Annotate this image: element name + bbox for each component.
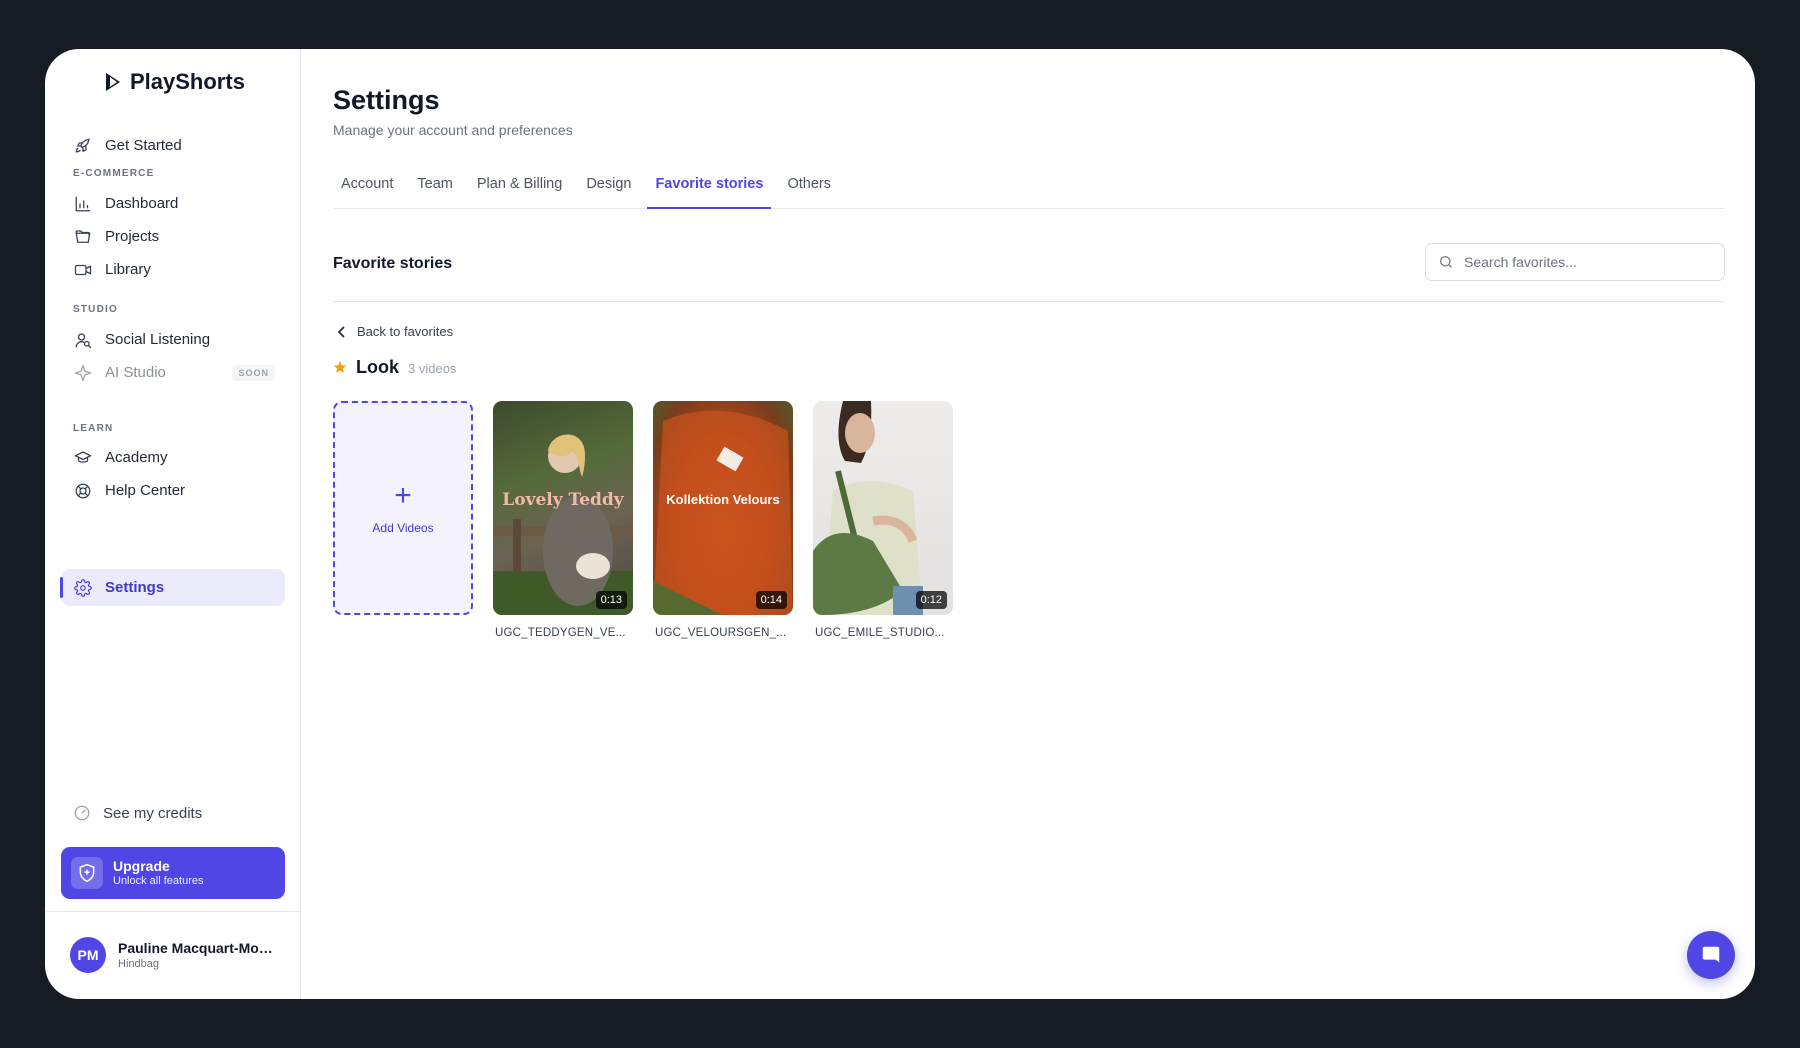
gauge-icon	[74, 805, 90, 821]
upgrade-button[interactable]: Upgrade Unlock all features	[61, 847, 285, 899]
sidebar-item-label: Settings	[105, 579, 165, 596]
sidebar-item-dashboard[interactable]: Dashboard	[61, 185, 285, 222]
star-icon	[333, 361, 347, 373]
app-logo[interactable]: PlayShorts	[104, 69, 245, 95]
video-name: UGC_TEDDYGEN_VE...	[495, 627, 626, 639]
user-search-icon	[73, 330, 93, 350]
add-videos-label: Add Videos	[372, 521, 434, 535]
shield-plus-icon	[71, 857, 103, 889]
section-label-learn: LEARN	[73, 423, 114, 434]
tab-favorite-stories[interactable]: Favorite stories	[647, 175, 772, 209]
tab-account[interactable]: Account	[333, 175, 401, 209]
chat-icon	[1702, 946, 1720, 963]
thumbnail-art	[653, 410, 793, 615]
soon-badge: SOON	[232, 364, 275, 381]
search-icon	[1440, 256, 1452, 268]
video-name: UGC_VELOURSGEN_...	[655, 627, 787, 639]
thumbnail-art	[813, 401, 923, 615]
life-buoy-icon	[73, 481, 93, 501]
video-thumbnail[interactable]: Lovely Teddy 0:13	[493, 401, 633, 615]
settings-tabs: Account Team Plan & Billing Design Favor…	[333, 175, 1724, 209]
sidebar-item-label: Projects	[105, 228, 160, 245]
divider	[333, 301, 1724, 302]
back-to-favorites-link[interactable]: Back to favorites	[336, 324, 453, 339]
thumbnail-caption: Kollektion Velours	[666, 492, 780, 507]
user-profile[interactable]: PM Pauline Macquart-Mou... Hindbag	[70, 937, 278, 973]
sidebar-item-label: Dashboard	[105, 195, 179, 212]
video-card[interactable]: Kollektion Velours 0:14 UGC_VELOURSGEN_.…	[653, 401, 793, 639]
see-credits-link[interactable]: See my credits	[61, 797, 285, 829]
sidebar-item-library[interactable]: Library	[61, 251, 285, 288]
video-card[interactable]: 0:12 UGC_EMILE_STUDIO...	[813, 401, 953, 639]
tab-design[interactable]: Design	[578, 175, 639, 209]
folder-open-icon	[73, 227, 93, 247]
sidebar-item-get-started[interactable]: Get Started	[61, 127, 285, 164]
sidebar-item-help-center[interactable]: Help Center	[61, 472, 285, 509]
video-thumbnail[interactable]: Kollektion Velours 0:14	[653, 401, 793, 615]
search-input[interactable]	[1464, 254, 1704, 270]
folder-count: 3 videos	[408, 361, 457, 376]
tab-team[interactable]: Team	[409, 175, 460, 209]
sidebar-item-label: Library	[105, 261, 151, 278]
search-box[interactable]	[1425, 243, 1725, 281]
avatar: PM	[70, 937, 106, 973]
video-icon	[73, 260, 93, 280]
upgrade-title: Upgrade	[113, 858, 170, 874]
duration-badge: 0:14	[755, 591, 787, 609]
sparkle-icon	[73, 363, 93, 383]
divider	[45, 911, 301, 912]
app-name: PlayShorts	[130, 69, 245, 94]
chat-launcher-button[interactable]	[1687, 931, 1735, 979]
sidebar: PlayShorts Get Started E-COMMERCE Dashbo…	[45, 49, 301, 999]
video-name: UGC_EMILE_STUDIO...	[815, 627, 945, 639]
page-subtitle: Manage your account and preferences	[333, 122, 573, 138]
sidebar-item-ai-studio[interactable]: AI Studio SOON	[61, 354, 285, 391]
sidebar-item-label: Academy	[105, 449, 168, 466]
chevron-left-icon	[337, 325, 345, 338]
folder-name: Look	[356, 357, 399, 377]
sidebar-item-social-listening[interactable]: Social Listening	[61, 321, 285, 358]
section-label-ecommerce: E-COMMERCE	[73, 168, 155, 179]
duration-badge: 0:13	[595, 591, 627, 609]
app-window: PlayShorts Get Started E-COMMERCE Dashbo…	[45, 49, 1755, 999]
upgrade-subtitle: Unlock all features	[113, 875, 204, 887]
add-videos-button[interactable]: + Add Videos	[333, 401, 473, 615]
rocket-icon	[73, 136, 93, 156]
sidebar-item-projects[interactable]: Projects	[61, 218, 285, 255]
video-thumbnail[interactable]: 0:12	[813, 401, 953, 615]
bar-chart-icon	[73, 194, 93, 214]
gear-icon	[73, 578, 93, 598]
folder-header: Look 3 videos	[333, 357, 456, 378]
user-name: Pauline Macquart-Mou...	[118, 940, 278, 956]
sidebar-item-settings[interactable]: Settings	[60, 569, 285, 606]
section-label-studio: STUDIO	[73, 304, 118, 315]
sidebar-item-label: AI Studio	[105, 364, 166, 381]
sidebar-item-label: Get Started	[105, 137, 182, 154]
main-content: Settings Manage your account and prefere…	[301, 49, 1755, 999]
credits-label: See my credits	[103, 804, 203, 822]
tab-plan-billing[interactable]: Plan & Billing	[469, 175, 570, 209]
graduation-cap-icon	[73, 448, 93, 468]
logo-icon	[106, 73, 120, 91]
back-label: Back to favorites	[357, 324, 454, 339]
video-card[interactable]: Lovely Teddy 0:13 UGC_TEDDYGEN_VE...	[493, 401, 633, 639]
user-org: Hindbag	[118, 958, 159, 970]
thumbnail-caption: Lovely Teddy	[502, 490, 624, 510]
duration-badge: 0:12	[915, 591, 947, 609]
page-title: Settings	[333, 85, 440, 115]
section-title: Favorite stories	[333, 255, 453, 272]
sidebar-item-label: Social Listening	[105, 331, 211, 348]
sidebar-item-label: Help Center	[105, 482, 186, 499]
plus-icon: +	[394, 479, 412, 512]
tab-others[interactable]: Others	[779, 175, 839, 209]
sidebar-item-academy[interactable]: Academy	[61, 439, 285, 476]
